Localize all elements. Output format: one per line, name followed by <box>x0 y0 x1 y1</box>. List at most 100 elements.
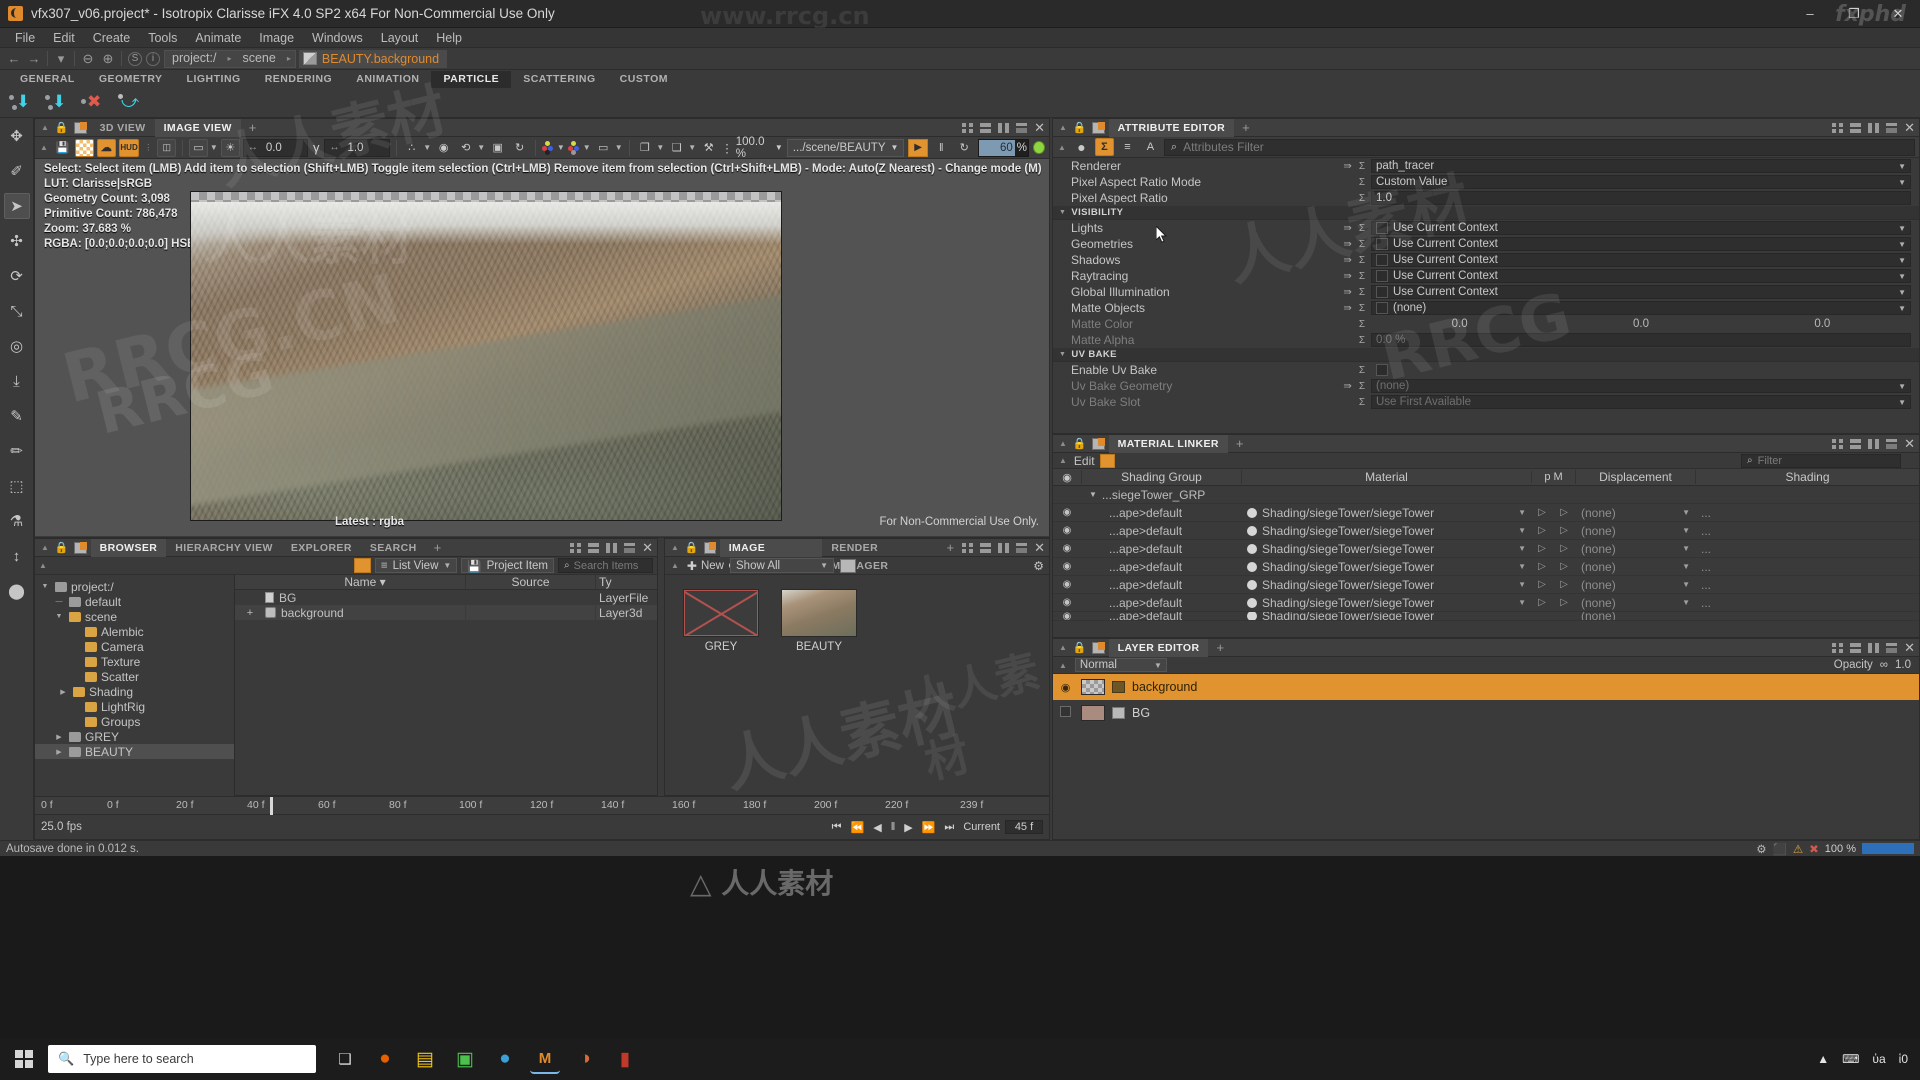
sigma-icon[interactable]: Σ <box>1359 271 1365 282</box>
attribute-row[interactable]: Pixel Aspect Ratio Mode Σ Custom Value ▼ <box>1053 174 1919 190</box>
expand-triangle-icon[interactable]: ▼ <box>39 583 51 590</box>
tray-network-icon[interactable]: ἱ0 <box>1899 1052 1908 1066</box>
channels-dropdown[interactable]: ▼ <box>567 141 591 155</box>
show-all-dropdown[interactable]: Show All ▼ <box>730 558 834 573</box>
attribute-value[interactable]: 0.0 % <box>1371 333 1911 347</box>
layout-horizontal-icon[interactable] <box>1850 438 1862 449</box>
display-mode-dropdown[interactable]: ▭ ▼ <box>188 138 218 157</box>
media-icon[interactable]: ◑ <box>570 1044 600 1074</box>
attributes-filter-input[interactable]: ⌕ Attributes Filter <box>1163 138 1915 156</box>
tree-node-scatter[interactable]: Scatter <box>35 669 234 684</box>
p-toggle-icon[interactable]: ▷ <box>1538 543 1546 554</box>
row-visibility-toggle[interactable]: ◉ <box>1053 561 1081 572</box>
shading-group-cell[interactable]: ...ape>default <box>1081 560 1241 574</box>
p-toggle-icon[interactable]: ▷ <box>1538 597 1546 608</box>
layout-vertical-icon[interactable] <box>998 542 1010 553</box>
measure-tool-icon[interactable]: ↕ <box>4 543 30 569</box>
attribute-value[interactable]: Custom Value ▼ <box>1371 175 1911 189</box>
material-cell[interactable]: Shading/siegeTower/siegeTower ▼ <box>1241 524 1531 538</box>
add-tab-button[interactable]: + <box>938 540 962 555</box>
shelf-tab-general[interactable]: GENERAL <box>8 71 87 88</box>
layout-stack-icon[interactable] <box>624 542 636 553</box>
pin-icon[interactable] <box>1091 437 1105 450</box>
layer-row-background[interactable]: ◉ background <box>1053 674 1919 700</box>
collapse-triangle-icon[interactable]: ▲ <box>668 543 682 552</box>
layout-vertical-icon[interactable] <box>606 542 618 553</box>
opacity-link-icon[interactable]: ∞ <box>1880 659 1888 671</box>
tab-3d-view[interactable]: 3D VIEW <box>91 119 155 137</box>
layout-grid-icon[interactable] <box>962 542 974 553</box>
playhead[interactable] <box>270 797 273 815</box>
toolbar-more-icon[interactable]: ⋮ <box>142 143 154 152</box>
layer-visibility-toggle[interactable]: ◉ <box>1057 681 1074 694</box>
link-icon[interactable]: ⇛ <box>1343 161 1351 172</box>
edit-menu-label[interactable]: Edit <box>1074 454 1095 468</box>
material-cell[interactable]: Shading/siegeTower/siegeTower ▼ <box>1241 560 1531 574</box>
column-pm[interactable]: p M <box>1531 471 1575 483</box>
menu-create[interactable]: Create <box>84 28 140 48</box>
snapshot-icon[interactable]: S <box>128 51 142 66</box>
column-shading-group[interactable]: Shading Group <box>1081 470 1241 484</box>
shading-cell[interactable]: ... <box>1695 596 1919 610</box>
column-type[interactable]: Ty <box>595 575 657 589</box>
sigma-icon[interactable]: Σ <box>1094 138 1114 156</box>
p-toggle-icon[interactable]: ▷ <box>1538 507 1546 518</box>
color-picker-icon[interactable]: ◫ <box>157 138 177 157</box>
link-icon[interactable]: ⇛ <box>1343 381 1351 392</box>
sigma-icon[interactable]: Σ <box>1359 335 1365 346</box>
sphere-tool-icon[interactable]: ⬤ <box>4 578 30 604</box>
toolbar-collapse-icon[interactable]: ▲ <box>39 561 47 570</box>
shelf-tab-particle[interactable]: PARTICLE <box>431 70 512 88</box>
expand-triangle-icon[interactable]: ▼ <box>53 613 65 620</box>
view-mode-dropdown[interactable]: ≡ List View ▼ <box>374 558 458 573</box>
toolbar-collapse-icon[interactable]: ▲ <box>38 143 50 152</box>
magnet-tool-icon[interactable]: ⚗ <box>4 508 30 534</box>
exposure-value-field[interactable]: 0.0 <box>242 138 308 157</box>
lock-icon[interactable]: 🔒 <box>1070 437 1090 450</box>
attribute-row[interactable]: Matte Color Σ 0.0 0.0 0.0 <box>1053 316 1919 332</box>
m-toggle-icon[interactable]: ▷ <box>1560 597 1568 608</box>
pm-cell[interactable]: ▷ ▷ <box>1531 543 1575 554</box>
attribute-value[interactable]: Use Current Context ▼ <box>1371 237 1911 251</box>
row-visibility-toggle[interactable]: ◉ <box>1053 579 1081 590</box>
layout-stack-icon[interactable] <box>1886 438 1898 449</box>
create-particles-icon[interactable]: ⬇ <box>8 91 34 115</box>
forward-arrow-icon[interactable]: → <box>24 49 44 69</box>
layout-stack-icon[interactable] <box>1016 542 1028 553</box>
layout-stack-icon[interactable] <box>1886 122 1898 133</box>
tray-volume-icon[interactable]: ὐa <box>1872 1052 1885 1066</box>
link-icon[interactable]: ⇛ <box>1343 223 1351 234</box>
displacement-cell[interactable]: (none) ▼ <box>1575 596 1695 610</box>
attribute-value[interactable]: Use Current Context ▼ <box>1371 285 1911 299</box>
breadcrumb-current[interactable]: BEAUTY.background <box>298 49 448 68</box>
shading-cell[interactable]: ... <box>1695 524 1919 538</box>
pm-cell[interactable]: ▷ ▷ <box>1531 525 1575 536</box>
displacement-cell[interactable]: (none) <box>1575 612 1695 620</box>
attribute-row[interactable]: Shadows ⇛ Σ Use Current Context ▼ <box>1053 252 1919 268</box>
visibility-checkbox[interactable] <box>1376 270 1388 282</box>
start-button[interactable] <box>0 1038 48 1080</box>
toolbar-collapse-icon[interactable]: ▲ <box>669 561 681 570</box>
layout-vertical-icon[interactable] <box>998 122 1010 133</box>
tools-icon[interactable]: ⚒ <box>699 139 718 157</box>
tray-keyboard-icon[interactable]: ⌨ <box>1842 1052 1859 1066</box>
tab-hierarchy-view[interactable]: HIERARCHY VIEW <box>166 539 282 557</box>
image-dropdown[interactable]: ❑ ▼ <box>667 139 696 157</box>
tab-browser[interactable]: BROWSER <box>90 538 167 557</box>
maximize-button[interactable]: ❐ <box>1832 0 1876 28</box>
hud-toggle-button[interactable]: HUD <box>118 138 140 157</box>
attribute-row[interactable]: Uv Bake Slot Σ Use First Available ▼ <box>1053 394 1919 410</box>
simulate-particles-icon[interactable]: ⤻ <box>116 91 142 115</box>
add-particles-icon[interactable]: ⬇ <box>44 91 70 115</box>
shading-group-cell[interactable]: ▼ ...siegeTower_GRP <box>1081 488 1241 502</box>
enable-uv-bake-checkbox[interactable] <box>1376 364 1388 376</box>
shading-cell[interactable]: ... <box>1695 542 1919 556</box>
lock-icon[interactable]: 🔒 <box>682 541 702 554</box>
scale-tool-icon[interactable]: ⤡ <box>4 298 30 324</box>
attribute-row[interactable]: Raytracing ⇛ Σ Use Current Context ▼ <box>1053 268 1919 284</box>
go-to-start-button[interactable]: ⏮ <box>832 821 842 834</box>
delete-particles-icon[interactable]: ✖ <box>80 91 106 115</box>
layout-horizontal-icon[interactable] <box>1850 122 1862 133</box>
toolbar-collapse-icon[interactable]: ▲ <box>1057 456 1069 465</box>
tab-material-linker[interactable]: MATERIAL LINKER <box>1108 434 1228 453</box>
